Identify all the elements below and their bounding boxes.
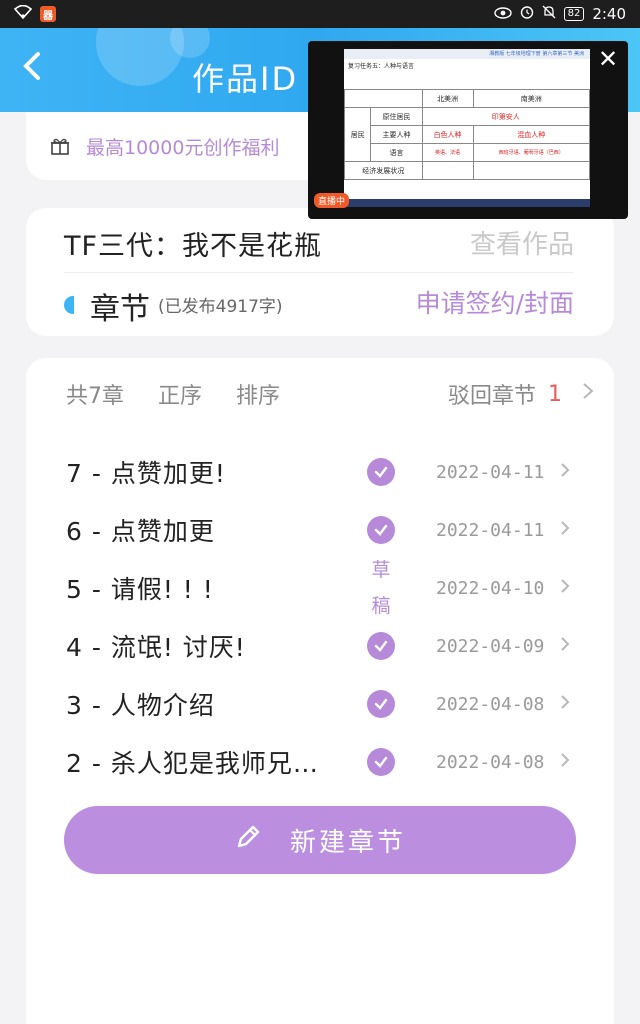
- battery-icon: 82: [563, 7, 585, 21]
- chapter-date: 2022-04-08: [436, 751, 545, 773]
- chevron-right-icon: [560, 692, 570, 717]
- rejected-chapters-link[interactable]: 驳回章节: [448, 378, 536, 410]
- slide-cell: 经济发展状况: [344, 161, 423, 180]
- chapter-date: 2022-04-11: [436, 461, 545, 483]
- published-check-icon: [367, 748, 395, 776]
- chapter-date: 2022-04-09: [436, 635, 545, 657]
- chevron-right-icon: [560, 518, 570, 543]
- gift-icon: [50, 136, 70, 156]
- video-slide: 湘教版 七年级地理下册 第六章第三节 美洲 复习任务五：人种与语言 北美洲 南美…: [343, 49, 591, 207]
- chapter-row[interactable]: 5 - 请假! ! ! 草稿 2022-04-10: [66, 559, 596, 617]
- chapter-date: 2022-04-08: [436, 693, 545, 715]
- chevron-right-icon: [560, 576, 570, 601]
- published-check-icon: [367, 516, 395, 544]
- slide-header: 湘教版 七年级地理下册 第六章第三节 美洲: [344, 49, 590, 59]
- slide-cell: 南美洲: [472, 89, 591, 108]
- chapter-title: 4 - 流氓! 讨厌!: [66, 633, 246, 662]
- order-toggle[interactable]: 正序: [158, 378, 202, 410]
- published-word-count: (已发布4917字): [158, 297, 283, 317]
- slide-cell: 印第安人: [421, 107, 591, 126]
- page-title: 作品ID: [192, 60, 299, 98]
- slide-table: 北美洲 南美洲 居民 原住居民 印第安人 主要人种 白色人种 混血人种 语言 英…: [343, 89, 591, 180]
- slide-cell: 北美洲: [421, 89, 474, 108]
- chapter-row[interactable]: 6 - 点赞加更 2022-04-11: [66, 506, 596, 554]
- clock: 2:40: [592, 5, 626, 23]
- new-chapter-label: 新建章节: [289, 827, 406, 858]
- work-title: TF三代：我不是花瓶: [64, 231, 323, 262]
- chapter-toolbar: 共7章 正序 排序 驳回章节 1: [66, 376, 594, 412]
- mute-icon: [542, 5, 556, 23]
- slide-cell: 语言: [370, 143, 423, 162]
- draft-tag: 草稿: [371, 559, 391, 617]
- chevron-right-icon: [560, 634, 570, 659]
- chapter-row[interactable]: 2 - 杀人犯是我师兄… 2022-04-08: [66, 738, 596, 786]
- status-bar: 器 82 2:40: [0, 0, 640, 28]
- pencil-icon: [234, 823, 262, 858]
- chapter-list-card: 共7章 正序 排序 驳回章节 1 7 - 点赞加更! 2022-04-11 6 …: [26, 358, 614, 1024]
- published-check-icon: [367, 458, 395, 486]
- chapter-title: 2 - 杀人犯是我师兄…: [66, 749, 319, 778]
- chevron-right-icon: [560, 460, 570, 485]
- slide-cell: 原住居民: [370, 107, 423, 126]
- slide-cell: 白色人种: [421, 125, 474, 144]
- chapter-row[interactable]: 3 - 人物介绍 2022-04-08: [66, 680, 596, 728]
- floating-live-video[interactable]: 湘教版 七年级地理下册 第六章第三节 美洲 复习任务五：人种与语言 北美洲 南美…: [308, 41, 628, 219]
- slide-cell: 主要人种: [370, 125, 423, 144]
- chapter-row[interactable]: 4 - 流氓! 讨厌! 2022-04-09: [66, 622, 596, 670]
- back-button[interactable]: [20, 48, 60, 92]
- chevron-right-icon: [560, 750, 570, 775]
- slide-cell: 西班牙语、葡萄牙语（巴西）: [472, 143, 591, 162]
- view-works-link[interactable]: 查看作品: [470, 224, 574, 261]
- sort-button[interactable]: 排序: [236, 378, 280, 410]
- chapter-date: 2022-04-11: [436, 519, 545, 541]
- eye-icon: [493, 5, 512, 23]
- close-icon[interactable]: ✕: [594, 45, 622, 73]
- divider: [64, 272, 574, 273]
- chapter-total: 共7章: [66, 384, 124, 409]
- chapter-section-label: 章节: [90, 292, 150, 327]
- work-info-card: TF三代：我不是花瓶 查看作品 章节 (已发布4917字) 申请签约/封面: [26, 208, 614, 336]
- chapter-title: 5 - 请假! ! !: [66, 575, 214, 604]
- alarm-icon: [520, 5, 534, 23]
- chevron-left-icon: [23, 52, 40, 80]
- live-badge: 直播中: [314, 193, 350, 208]
- chapter-title: 3 - 人物介绍: [66, 691, 215, 720]
- chevron-right-icon: [582, 381, 594, 407]
- rejected-count-badge: 1: [548, 381, 562, 407]
- apply-sign-cover-link[interactable]: 申请签约/封面: [416, 284, 574, 320]
- section-marker: [64, 296, 74, 314]
- video-taskbar: [344, 199, 590, 207]
- slide-cell: 英语、法语: [421, 143, 474, 162]
- published-check-icon: [367, 632, 395, 660]
- slide-cell: 混血人种: [472, 125, 591, 144]
- slide-cell: 居民: [343, 107, 372, 162]
- chapter-row[interactable]: 7 - 点赞加更! 2022-04-11: [66, 448, 596, 496]
- slide-caption: 复习任务五：人种与语言: [348, 63, 415, 70]
- chapter-title: 7 - 点赞加更!: [66, 459, 226, 488]
- chapter-title: 6 - 点赞加更: [66, 517, 215, 546]
- published-check-icon: [367, 690, 395, 718]
- wifi-icon: [13, 4, 33, 23]
- chapter-date: 2022-04-10: [436, 577, 545, 599]
- benefit-text: 最高10000元创作福利: [86, 136, 280, 159]
- new-chapter-button[interactable]: 新建章节: [64, 806, 576, 874]
- app-notification-icon: 器: [40, 6, 56, 22]
